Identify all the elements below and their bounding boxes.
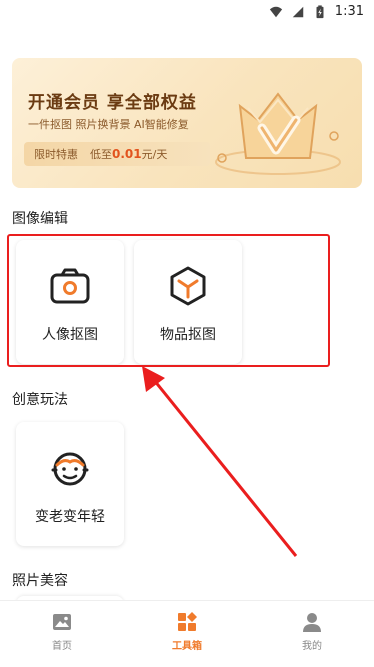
baby-face-icon [51, 452, 89, 486]
nav-mine[interactable]: 我的 [282, 611, 342, 652]
wifi-icon [269, 6, 282, 17]
section-title-photo-beauty: 照片美容 [12, 573, 68, 589]
status-time: 1:31 [334, 4, 364, 19]
offer-price: 低至0.01元/天 [90, 146, 167, 162]
battery-icon [316, 4, 324, 18]
toolbox-icon [178, 612, 197, 631]
user-icon [303, 613, 321, 632]
status-icons: 1:31 [269, 4, 364, 19]
section-title-image-edit: 图像编辑 [12, 211, 68, 227]
price-value: 0.01 [112, 147, 142, 161]
nav-toolbox[interactable]: 工具箱 [157, 611, 217, 652]
nav-toolbox-label: 工具箱 [172, 641, 202, 652]
offer-label: 限时特惠 [34, 148, 78, 161]
card-label: 变老变年轻 [35, 509, 105, 525]
status-bar: 1:31 [0, 0, 374, 28]
vip-crown-icon [215, 92, 341, 175]
section-title-creative: 创意玩法 [12, 392, 68, 408]
vip-promo-banner[interactable]: 开通会员 享全部权益 一件抠图 照片换背景 AI智能修复 限时特惠 低至0.01… [12, 58, 362, 188]
age-transform-card[interactable]: 变老变年轻 [16, 422, 124, 546]
nav-home-label: 首页 [52, 641, 72, 652]
nav-mine-label: 我的 [302, 641, 322, 652]
image-icon [53, 614, 71, 630]
price-suffix: 元/天 [141, 148, 168, 161]
price-prefix: 低至 [90, 148, 112, 161]
bottom-nav: 首页 工具箱 我的 [0, 600, 374, 667]
nav-home[interactable]: 首页 [32, 611, 92, 652]
highlight-box [7, 234, 330, 367]
banner-title: 开通会员 享全部权益 [28, 93, 197, 113]
banner-offer: 限时特惠 低至0.01元/天 [24, 142, 210, 166]
banner-subtitle: 一件抠图 照片换背景 AI智能修复 [28, 118, 189, 131]
signal-icon [292, 6, 304, 17]
